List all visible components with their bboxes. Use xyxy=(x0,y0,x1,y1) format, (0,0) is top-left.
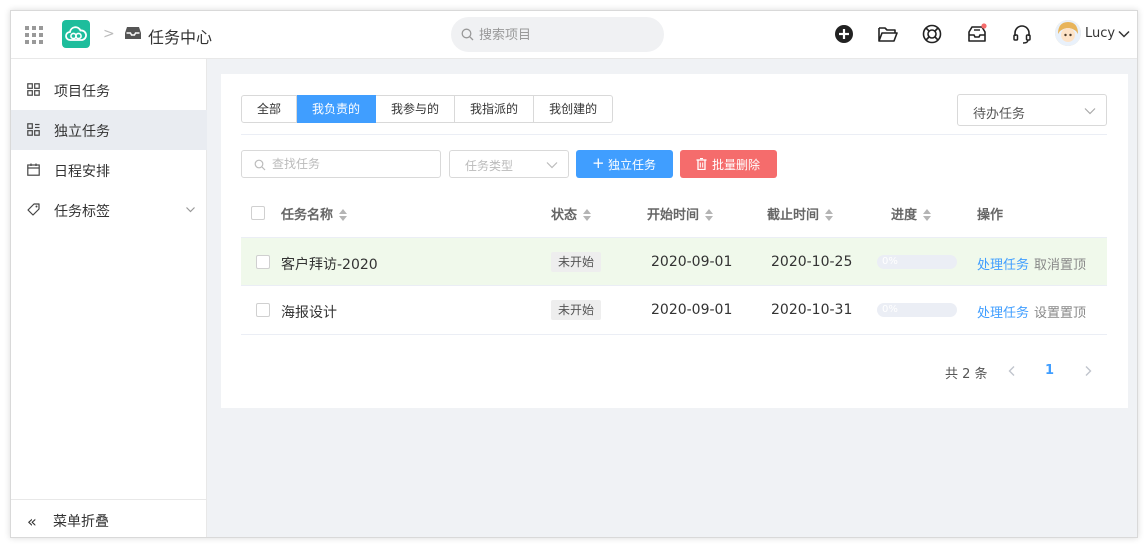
app-grid-icon[interactable] xyxy=(25,26,43,44)
headset-icon[interactable] xyxy=(1011,23,1033,45)
add-button-label: 独立任务 xyxy=(608,158,657,172)
page-title: 任务中心 xyxy=(148,28,213,47)
task-search-input[interactable] xyxy=(272,155,432,173)
sidebar-item-label: 任务标签 xyxy=(54,204,110,220)
search-icon xyxy=(461,28,474,41)
chevron-left-icon[interactable] xyxy=(1007,365,1017,377)
menu-collapse-label: 菜单折叠 xyxy=(53,514,109,530)
task-type-select[interactable]: 任务类型 xyxy=(449,150,569,178)
trash-icon xyxy=(696,158,707,170)
row-checkbox[interactable] xyxy=(256,255,270,269)
sidebar-item-label: 独立任务 xyxy=(54,124,110,140)
progress-text: 0% xyxy=(882,256,898,267)
sidebar-item-project-tasks[interactable]: 项目任务 xyxy=(11,70,207,110)
start-date: 2020-09-01 xyxy=(651,254,733,270)
pin-task-link[interactable]: 设置置顶 xyxy=(1034,302,1086,321)
sidebar-item-label: 项目任务 xyxy=(54,84,110,100)
avatar xyxy=(1055,20,1081,46)
table-header: 任务名称 状态 开始时间 截止时间 进度 操作 xyxy=(241,188,1107,237)
unpin-task-link[interactable]: 取消置顶 xyxy=(1034,254,1086,273)
app-window: > 任务中心 Lucy 项目任务 独立任务 xyxy=(10,10,1138,538)
menu-collapse-button[interactable]: « 菜单折叠 xyxy=(11,499,207,537)
top-header: > 任务中心 Lucy xyxy=(11,11,1137,59)
lifebuoy-icon[interactable] xyxy=(921,23,943,45)
start-date: 2020-09-01 xyxy=(651,302,733,318)
sidebar-item-label: 日程安排 xyxy=(54,164,110,180)
task-filter-select[interactable]: 待办任务 xyxy=(957,94,1107,126)
user-name: Lucy xyxy=(1085,26,1116,41)
task-tabs: 全部 我负责的 我参与的 我指派的 我创建的 xyxy=(241,95,614,123)
end-date: 2020-10-25 xyxy=(771,254,853,270)
pagination-page-current[interactable]: 1 xyxy=(1045,363,1054,378)
add-standalone-task-button[interactable]: + 独立任务 xyxy=(576,150,673,178)
process-task-link[interactable]: 处理任务 xyxy=(977,302,1029,321)
chevron-down-icon xyxy=(546,162,558,169)
task-type-placeholder: 任务类型 xyxy=(465,159,514,173)
double-chevron-left-icon: « xyxy=(27,512,37,531)
chevron-down-icon xyxy=(1084,108,1096,115)
sort-icon[interactable] xyxy=(825,208,834,221)
layout-icon xyxy=(27,123,40,136)
search-icon xyxy=(254,159,266,171)
tab-my-responsible[interactable]: 我负责的 xyxy=(297,95,377,123)
chevron-right-icon[interactable] xyxy=(1083,365,1093,377)
progress-bar: 0% xyxy=(877,303,957,317)
column-header-actions: 操作 xyxy=(977,208,1004,223)
end-date: 2020-10-31 xyxy=(771,302,853,318)
status-badge: 未开始 xyxy=(551,252,602,272)
sort-icon[interactable] xyxy=(583,208,592,221)
grid-icon xyxy=(27,83,40,96)
batch-delete-button[interactable]: 批量删除 xyxy=(680,150,777,178)
row-checkbox[interactable] xyxy=(256,303,270,317)
global-search-box[interactable] xyxy=(451,17,664,52)
select-all-checkbox[interactable] xyxy=(251,206,265,220)
folder-open-icon[interactable] xyxy=(877,23,899,45)
tab-my-participating[interactable]: 我参与的 xyxy=(376,95,456,123)
sidebar: 项目任务 独立任务 日程安排 任务标签 « 菜单折叠 xyxy=(11,59,207,537)
calendar-icon xyxy=(27,163,40,176)
sort-icon[interactable] xyxy=(339,208,348,221)
delete-button-label: 批量删除 xyxy=(712,158,761,172)
column-header-name[interactable]: 任务名称 xyxy=(281,204,348,223)
table-row[interactable]: 海报设计 未开始 2020-09-01 2020-10-31 0% 处理任务 设… xyxy=(241,286,1107,335)
column-header-start[interactable]: 开始时间 xyxy=(647,204,714,223)
progress-bar: 0% xyxy=(877,255,957,269)
progress-text: 0% xyxy=(882,304,898,315)
inbox-icon xyxy=(125,27,141,39)
task-name[interactable]: 客户拜访-2020 xyxy=(281,254,378,274)
sidebar-item-task-tags[interactable]: 任务标签 xyxy=(11,190,207,230)
task-panel: 全部 我负责的 我参与的 我指派的 我创建的 待办任务 任务类型 + 独立任务 … xyxy=(221,74,1128,408)
breadcrumb-chevron-icon: > xyxy=(103,26,115,42)
inbox-notification-icon[interactable] xyxy=(966,23,988,45)
chevron-down-icon xyxy=(186,207,195,213)
plus-icon: + xyxy=(592,154,605,172)
task-filter-value: 待办任务 xyxy=(973,107,1026,122)
status-badge: 未开始 xyxy=(551,300,602,320)
sidebar-item-standalone-tasks[interactable]: 独立任务 xyxy=(11,110,207,150)
column-header-end[interactable]: 截止时间 xyxy=(767,204,834,223)
sort-icon[interactable] xyxy=(705,208,714,221)
pagination-total: 共 2 条 xyxy=(945,367,988,382)
tab-my-assigned[interactable]: 我指派的 xyxy=(455,95,535,123)
column-header-progress[interactable]: 进度 xyxy=(891,204,932,223)
user-menu[interactable]: Lucy xyxy=(1055,20,1135,50)
task-name[interactable]: 海报设计 xyxy=(281,302,337,322)
sort-icon[interactable] xyxy=(923,208,932,221)
global-search-input[interactable] xyxy=(479,25,649,45)
cloud-logo-icon[interactable] xyxy=(62,20,90,48)
tag-icon xyxy=(27,203,40,216)
task-search-box[interactable] xyxy=(241,150,441,178)
tab-my-created[interactable]: 我创建的 xyxy=(534,95,614,123)
process-task-link[interactable]: 处理任务 xyxy=(977,254,1029,273)
tab-all[interactable]: 全部 xyxy=(241,95,298,123)
add-circle-icon[interactable] xyxy=(833,23,855,45)
divider xyxy=(241,134,1107,135)
sidebar-item-schedule[interactable]: 日程安排 xyxy=(11,150,207,190)
chevron-down-icon xyxy=(1118,30,1130,38)
column-header-status[interactable]: 状态 xyxy=(551,204,592,223)
table-row[interactable]: 客户拜访-2020 未开始 2020-09-01 2020-10-25 0% 处… xyxy=(241,237,1107,286)
